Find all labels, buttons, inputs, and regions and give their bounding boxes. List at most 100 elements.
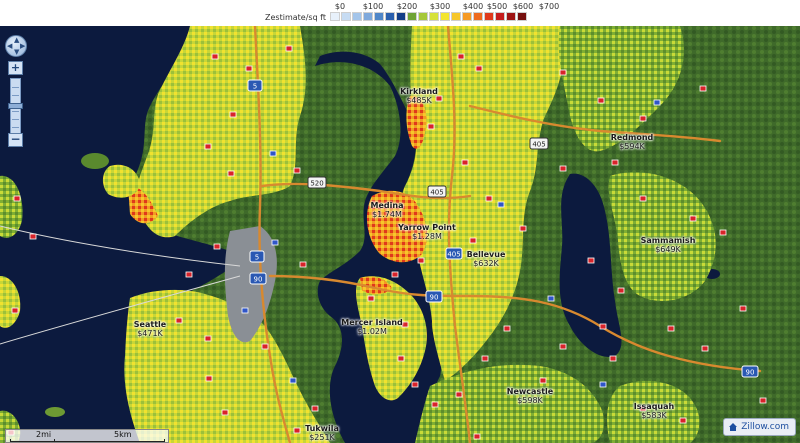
legend-tick: $0 (334, 2, 346, 11)
sale-listing-marker[interactable] (431, 401, 439, 408)
sale-listing-marker[interactable] (539, 377, 547, 384)
rental-listing-marker[interactable] (653, 99, 661, 106)
city-label-issaquah[interactable]: Issaquah $583K (634, 402, 674, 420)
city-label-redmond[interactable]: Redmond $594K (611, 133, 654, 151)
sale-listing-marker[interactable] (639, 115, 647, 122)
sale-listing-marker[interactable] (617, 287, 625, 294)
rental-listing-marker[interactable] (547, 295, 555, 302)
legend-tick: $600 (512, 2, 534, 11)
sale-listing-marker[interactable] (475, 65, 483, 72)
sale-listing-marker[interactable] (667, 325, 675, 332)
city-label-sammamish[interactable]: Sammamish $649K (641, 236, 696, 254)
scale-km-label: 5km (114, 430, 132, 439)
city-price: $1.28M (412, 232, 442, 241)
pan-up-icon[interactable]: ▲ (14, 37, 19, 44)
sale-listing-marker[interactable] (213, 243, 221, 250)
zillow-badge[interactable]: Zillow.com (723, 418, 796, 436)
sale-listing-marker[interactable] (559, 165, 567, 172)
sale-listing-marker[interactable] (609, 355, 617, 362)
sale-listing-marker[interactable] (29, 233, 37, 240)
sale-listing-marker[interactable] (293, 427, 301, 434)
sale-listing-marker[interactable] (299, 261, 307, 268)
zoom-slider-thumb[interactable] (8, 103, 23, 110)
sale-listing-marker[interactable] (204, 335, 212, 342)
city-label-medina[interactable]: Medina $1.74M (371, 201, 404, 219)
legend-tick: $300 (429, 2, 451, 11)
sale-listing-marker[interactable] (211, 53, 219, 60)
city-name: Redmond (610, 133, 654, 142)
sale-listing-marker[interactable] (485, 195, 493, 202)
pan-right-icon[interactable]: ▶ (20, 43, 25, 50)
sale-listing-marker[interactable] (185, 271, 193, 278)
sale-listing-marker[interactable] (427, 123, 435, 130)
sale-listing-marker[interactable] (13, 195, 21, 202)
rental-listing-marker[interactable] (497, 201, 505, 208)
scale-mi-label: 2mi (36, 430, 52, 439)
sale-listing-marker[interactable] (689, 215, 697, 222)
sale-listing-marker[interactable] (245, 65, 253, 72)
sale-listing-marker[interactable] (221, 409, 229, 416)
sale-listing-marker[interactable] (519, 225, 527, 232)
city-label-seattle[interactable]: Seattle $471K (134, 320, 166, 338)
sale-listing-marker[interactable] (481, 355, 489, 362)
sale-listing-marker[interactable] (367, 295, 375, 302)
zoom-in-button[interactable]: + (8, 61, 23, 75)
rental-listing-marker[interactable] (599, 381, 607, 388)
rental-listing-marker[interactable] (241, 307, 249, 314)
sale-listing-marker[interactable] (739, 305, 747, 312)
city-label-bellevue[interactable]: Bellevue $632K (467, 250, 506, 268)
highway-shield-label: 405 (532, 141, 545, 149)
zoom-out-button[interactable]: − (8, 133, 23, 147)
sale-listing-marker[interactable] (261, 343, 269, 350)
sale-listing-marker[interactable] (699, 85, 707, 92)
pan-down-icon[interactable]: ▼ (14, 49, 19, 56)
rental-listing-marker[interactable] (289, 377, 297, 384)
sale-listing-marker[interactable] (461, 159, 469, 166)
rental-listing-marker[interactable] (271, 239, 279, 246)
city-label-kirkland[interactable]: Kirkland $485K (400, 87, 438, 105)
highway-shield-label: 5 (255, 254, 259, 262)
sale-listing-marker[interactable] (285, 45, 293, 52)
pan-left-icon[interactable]: ◀ (7, 43, 12, 50)
sale-listing-marker[interactable] (599, 323, 607, 330)
sale-listing-marker[interactable] (391, 271, 399, 278)
sale-listing-marker[interactable] (175, 317, 183, 324)
city-label-newcastle[interactable]: Newcastle $598K (507, 387, 553, 405)
city-label-tukwila[interactable]: Tukwila $251K (305, 424, 339, 442)
sale-listing-marker[interactable] (679, 417, 687, 424)
sale-listing-marker[interactable] (457, 53, 465, 60)
sale-listing-marker[interactable] (11, 307, 19, 314)
sale-listing-marker[interactable] (611, 159, 619, 166)
sale-listing-marker[interactable] (411, 381, 419, 388)
sale-listing-marker[interactable] (503, 325, 511, 332)
sale-listing-marker[interactable] (293, 167, 301, 174)
sale-listing-marker[interactable] (597, 97, 605, 104)
sale-listing-marker[interactable] (639, 195, 647, 202)
sale-listing-marker[interactable] (311, 405, 319, 412)
sale-listing-marker[interactable] (701, 345, 709, 352)
sale-listing-marker[interactable] (229, 111, 237, 118)
sale-listing-marker[interactable] (455, 391, 463, 398)
city-label-yarrow-point[interactable]: Yarrow Point $1.28M (398, 223, 456, 241)
legend-title: Zestimate/sq ft (265, 13, 326, 22)
sale-listing-marker[interactable] (205, 375, 213, 382)
sale-listing-marker[interactable] (204, 143, 212, 150)
sale-listing-marker[interactable] (473, 433, 481, 440)
sale-listing-marker[interactable] (587, 257, 595, 264)
legend-swatches (330, 12, 528, 21)
rental-listing-marker[interactable] (269, 150, 277, 157)
sale-listing-marker[interactable] (417, 257, 425, 264)
sale-listing-marker[interactable] (469, 237, 477, 244)
city-price: $485K (406, 96, 432, 105)
city-label-mercer-island[interactable]: Mercer Island $1.02M (341, 318, 403, 336)
legend-swatch (363, 12, 373, 21)
sale-listing-marker[interactable] (227, 170, 235, 177)
sale-listing-marker[interactable] (719, 229, 727, 236)
sale-listing-marker[interactable] (759, 397, 767, 404)
heat-map[interactable]: 5 520 90 405 90 405 405 5 90 Kirkland $4… (0, 26, 800, 443)
pan-control[interactable]: ▲ ▼ ◀ ▶ (5, 35, 27, 57)
sale-listing-marker[interactable] (559, 69, 567, 76)
sale-listing-marker[interactable] (397, 355, 405, 362)
legend-swatch (473, 12, 483, 21)
sale-listing-marker[interactable] (559, 343, 567, 350)
